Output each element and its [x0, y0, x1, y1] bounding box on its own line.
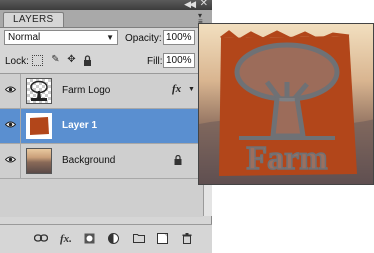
- fill-field[interactable]: 100%: [163, 53, 195, 68]
- layers-list: Farm Logo fx ▼ Layer 1 Background: [0, 73, 203, 217]
- document-canvas[interactable]: Farm: [198, 23, 374, 185]
- blend-mode-value: Normal: [8, 32, 41, 43]
- panel-tab-row: LAYERS ▾ ≡: [0, 10, 212, 28]
- lock-label: Lock:: [5, 56, 29, 67]
- mask-icon[interactable]: [84, 233, 95, 245]
- fx-icon[interactable]: fx.: [60, 233, 72, 245]
- orange-shape-thumb-icon: [30, 117, 49, 135]
- opacity-label: Opacity:: [125, 33, 162, 44]
- lock-position-icon[interactable]: ✥: [66, 55, 77, 66]
- lock-fill-row: Lock: ✎ ✥ Fill: 100% ▶: [0, 51, 212, 71]
- canvas-artwork: Farm: [199, 24, 373, 184]
- opacity-field[interactable]: 100%: [163, 30, 195, 45]
- lock-all-icon[interactable]: [82, 55, 93, 66]
- layer-thumbnail-background: [26, 148, 52, 174]
- tree-logo-thumb-icon: [30, 80, 48, 101]
- layer-name: Background: [62, 155, 116, 166]
- visibility-toggle[interactable]: [0, 74, 21, 108]
- layer-name: Layer 1: [62, 120, 98, 131]
- eye-icon: [5, 86, 16, 93]
- adjustment-icon[interactable]: [108, 233, 119, 245]
- expand-effects-icon[interactable]: ▼: [188, 86, 195, 93]
- chevron-down-icon: ▼: [106, 33, 114, 42]
- new-layer-icon[interactable]: [157, 233, 168, 245]
- blend-mode-select[interactable]: Normal ▼: [4, 30, 118, 45]
- layer-row-background[interactable]: Background: [0, 144, 203, 179]
- panel-titlebar: ◀◀ ✕: [0, 0, 212, 10]
- blend-opacity-row: Normal ▼ Opacity: 100% ▶: [0, 28, 212, 48]
- group-folder-icon[interactable]: [133, 233, 145, 245]
- lock-icon: [174, 155, 182, 165]
- trash-icon[interactable]: [182, 233, 192, 245]
- fill-label: Fill:: [147, 56, 163, 67]
- layer-thumbnail-farm-logo: [26, 78, 52, 104]
- layer-thumbnail-layer-1: [26, 113, 52, 139]
- layer-fx-icon[interactable]: fx: [172, 83, 181, 95]
- layer-row-layer-1[interactable]: Layer 1: [0, 109, 203, 144]
- logo-text: Farm: [246, 140, 327, 177]
- layers-panel: ◀◀ ✕ LAYERS ▾≡ Normal ▼ Opacity: 100% ▶ …: [0, 0, 212, 253]
- visibility-toggle[interactable]: [0, 144, 21, 178]
- lock-transparent-pixels-icon[interactable]: [32, 55, 43, 66]
- link-icon[interactable]: [33, 233, 49, 245]
- visibility-toggle[interactable]: [0, 109, 21, 143]
- eye-icon: [5, 156, 16, 163]
- layer-name: Farm Logo: [62, 85, 111, 96]
- layers-bottom-toolbar: fx.: [0, 224, 212, 253]
- lock-image-pixels-icon[interactable]: ✎: [50, 55, 61, 66]
- collapse-panel-icon[interactable]: ◀◀: [184, 0, 196, 10]
- layer-row-farm-logo[interactable]: Farm Logo fx ▼: [0, 74, 203, 109]
- eye-icon: [5, 121, 16, 128]
- tab-layers[interactable]: LAYERS: [3, 12, 64, 27]
- close-panel-icon[interactable]: ✕: [200, 0, 208, 10]
